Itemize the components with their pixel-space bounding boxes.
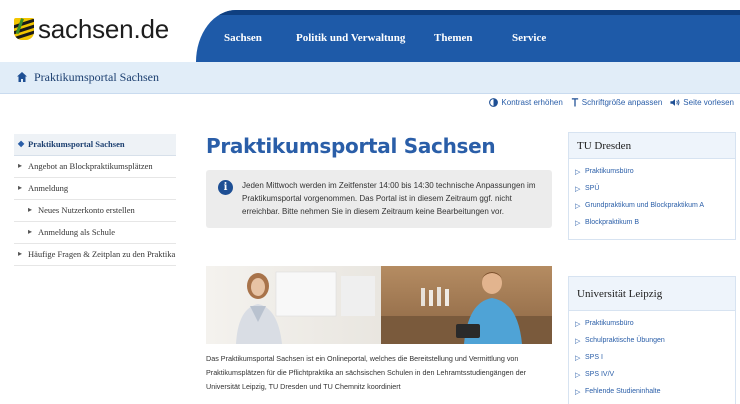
read-aloud-toggle[interactable]: Seite vorlesen <box>670 98 734 107</box>
sidebar-item-label: Praktikumsportal Sachsen <box>28 139 125 149</box>
link-fehlende-studieninhalte[interactable]: ▷ Fehlende Studieninhalte <box>569 383 735 400</box>
contrast-toggle[interactable]: Kontrast erhöhen <box>489 98 563 107</box>
chevron-right-icon: ▸ <box>18 183 23 193</box>
link-praktikumsbuero[interactable]: ▷ Praktikumsbüro <box>569 315 735 332</box>
link-label: SPS I <box>585 354 603 361</box>
triangle-right-icon: ▷ <box>575 203 581 210</box>
chevron-right-icon: ▸ <box>28 205 33 215</box>
link-spue[interactable]: ▷ SPÜ <box>569 180 735 197</box>
sidebar-item-label: Anmeldung als Schule <box>38 227 115 238</box>
text-size-icon <box>571 98 578 107</box>
sidebar-item-label: Häufige Fragen & Zeitplan zu den Praktik… <box>28 249 176 260</box>
home-icon[interactable] <box>16 71 28 83</box>
chevron-right-icon: ▸ <box>18 249 23 259</box>
sidebar-item-label: Angebot an Blockpraktikumsplätzen <box>28 161 153 172</box>
link-label: Praktikumsbüro <box>585 168 634 175</box>
maintenance-notice: i Jeden Mittwoch werden im Zeitfenster 1… <box>206 170 552 228</box>
link-sps-iv-v[interactable]: ▷ SPS IV/V <box>569 366 735 383</box>
triangle-right-icon: ▷ <box>575 169 581 176</box>
sachsen-logo[interactable]: sachsen.de <box>14 14 169 44</box>
triangle-right-icon: ▷ <box>575 321 581 328</box>
link-label: Schulpraktische Übungen <box>585 337 665 344</box>
link-praktikumsbuero[interactable]: ▷ Praktikumsbüro <box>569 163 735 180</box>
sidebar-item-neues-nutzerkonto[interactable]: ▸ Neues Nutzerkonto erstellen <box>14 200 176 223</box>
chevron-right-icon: ▸ <box>28 227 33 237</box>
notice-text: Jeden Mittwoch werden im Zeitfenster 14:… <box>242 181 536 216</box>
sidebar-item-angebot[interactable]: ▸ Angebot an Blockpraktikumsplätzen <box>14 156 176 179</box>
breadcrumb: Praktikumsportal Sachsen <box>0 62 740 94</box>
link-label: Fehlende Studieninhalte <box>585 388 661 395</box>
link-blockpraktikum-b[interactable]: ▷ Blockpraktikum B <box>569 214 735 231</box>
main-navigation: Sachsen Politik und Verwaltung Themen Se… <box>196 10 740 62</box>
nav-item-service[interactable]: Service <box>512 32 546 44</box>
logo-text: sachsen.de <box>38 13 169 44</box>
site-header: sachsen.de Sachsen Politik und Verwaltun… <box>0 0 740 62</box>
sidebar-item-haeufige-fragen[interactable]: ▸ Häufige Fragen & Zeitplan zu den Prakt… <box>14 244 176 267</box>
nav-item-politik-und-verwaltung[interactable]: Politik und Verwaltung <box>296 32 405 44</box>
tu-dresden-box: TU Dresden ▷ Praktikumsbüro ▷ SPÜ ▷ Grundpr… <box>568 132 736 240</box>
font-size-toggle[interactable]: Schriftgröße anpassen <box>571 98 663 107</box>
info-icon: i <box>218 180 233 195</box>
triangle-right-icon: ▷ <box>575 389 581 396</box>
link-label: SPS IV/V <box>585 371 615 378</box>
triangle-right-icon: ▷ <box>575 355 581 362</box>
triangle-right-icon: ▷ <box>575 372 581 379</box>
link-label: SPÜ <box>585 185 600 192</box>
universitaet-leipzig-box: Universität Leipzig ▷ Praktikumsbüro ▷ Sch… <box>568 276 736 404</box>
page-title: Praktikumsportal Sachsen <box>206 134 496 158</box>
link-sps-i[interactable]: ▷ SPS I <box>569 349 735 366</box>
speaker-icon <box>670 99 680 106</box>
sidebar-item-praktikumsportal-sachsen[interactable]: ◆ Praktikumsportal Sachsen <box>14 134 176 157</box>
box-title: TU Dresden <box>569 133 735 159</box>
triangle-right-icon: ▷ <box>575 338 581 345</box>
breadcrumb-current[interactable]: Praktikumsportal Sachsen <box>34 70 159 85</box>
nav-item-sachsen[interactable]: Sachsen <box>224 32 262 44</box>
intro-text: Das Praktikumsportal Sachsen ist ein Onl… <box>206 354 527 391</box>
link-label: Grundpraktikum und Blockpraktikum A <box>585 202 705 209</box>
link-label: Blockpraktikum B <box>585 219 640 226</box>
accessibility-tools: Kontrast erhöhen Schriftgröße anpassen S… <box>489 98 734 107</box>
font-size-label: Schriftgröße anpassen <box>581 98 663 107</box>
chevron-right-icon: ▸ <box>18 161 23 171</box>
sidebar-item-anmeldung-als-schule[interactable]: ▸ Anmeldung als Schule <box>14 222 176 245</box>
link-label: Praktikumsbüro <box>585 320 634 327</box>
box-title: Universität Leipzig <box>569 277 735 311</box>
sidebar-item-label: Anmeldung <box>28 183 69 194</box>
triangle-right-icon: ▷ <box>575 220 581 227</box>
contrast-label: Kontrast erhöhen <box>501 98 563 107</box>
diamond-bullet-icon: ◆ <box>18 139 25 148</box>
students-photo <box>206 266 552 344</box>
sidebar-item-label: Neues Nutzerkonto erstellen <box>38 205 135 216</box>
triangle-right-icon: ▷ <box>575 186 581 193</box>
sidebar-item-anmeldung[interactable]: ▸ Anmeldung <box>14 178 176 201</box>
contrast-icon <box>489 98 499 107</box>
sidebar-navigation: ◆ Praktikumsportal Sachsen ▸ Angebot an … <box>14 134 176 267</box>
read-aloud-label: Seite vorlesen <box>683 98 734 107</box>
nav-item-themen[interactable]: Themen <box>434 32 473 44</box>
link-grundpraktikum[interactable]: ▷ Grundpraktikum und Blockpraktikum A <box>569 197 735 214</box>
saxony-coat-of-arms-icon <box>14 18 34 40</box>
link-schulpraktische-uebungen[interactable]: ▷ Schulpraktische Übungen <box>569 332 735 349</box>
hero-image <box>206 266 552 344</box>
